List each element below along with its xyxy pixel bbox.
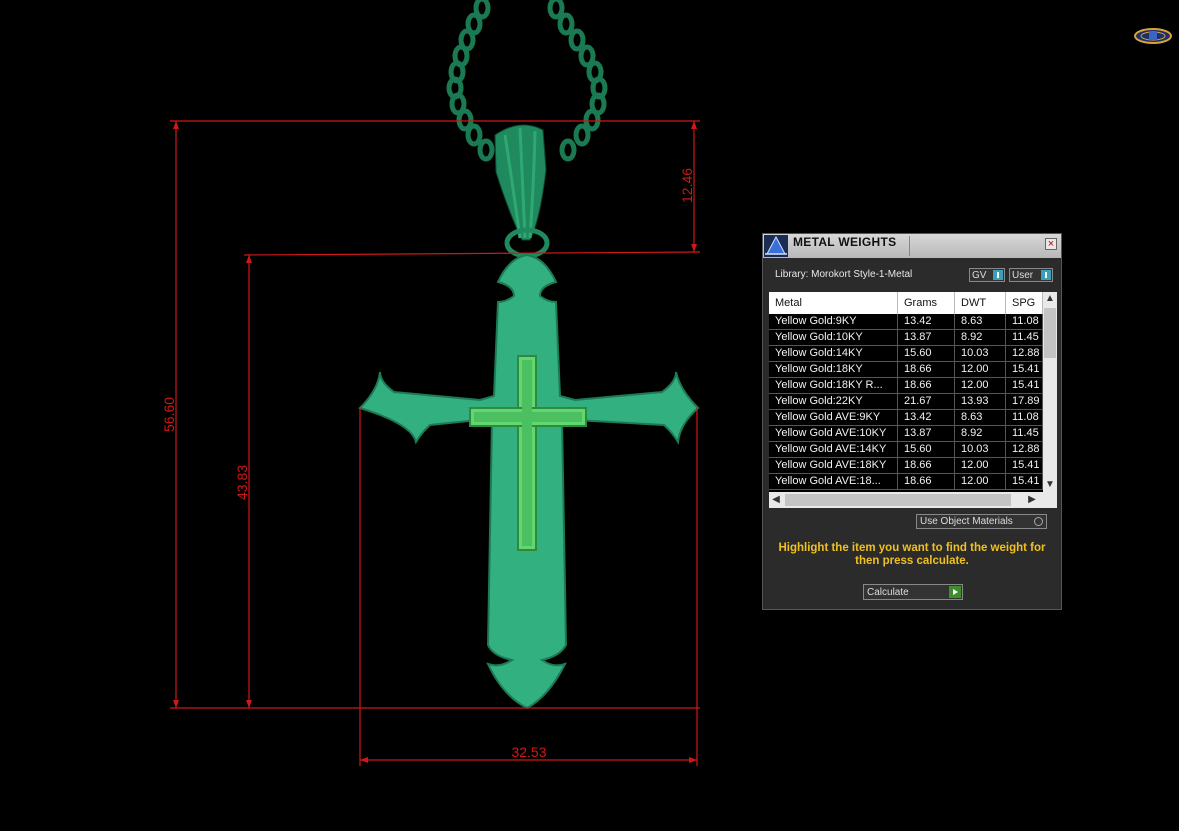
spg-cell: 12.88 <box>1006 442 1043 458</box>
metal-cell: Yellow Gold AVE:18KY <box>769 458 898 474</box>
table-rows: Yellow Gold:9KY 13.42 8.63 11.08 Yellow Gol… <box>769 314 1043 490</box>
grams-cell: 18.66 <box>898 378 955 394</box>
horizontal-scrollbar[interactable]: ◀ ▶ <box>769 492 1057 508</box>
title-separator <box>909 236 910 256</box>
body-height-label: 43.83 <box>234 465 250 500</box>
width-label: 32.53 <box>511 744 546 760</box>
metal-cell: Yellow Gold:18KY <box>769 362 898 378</box>
horizontal-scroll-thumb[interactable] <box>785 494 1011 506</box>
spg-cell: 11.08 <box>1006 410 1043 426</box>
grams-cell: 15.60 <box>898 442 955 458</box>
dwt-cell: 8.63 <box>955 410 1006 426</box>
table-row[interactable]: Yellow Gold:18KY R... 18.66 12.00 15.41 <box>769 378 1043 394</box>
metal-cell: Yellow Gold AVE:10KY <box>769 426 898 442</box>
column-header-dwt[interactable]: DWT <box>955 292 1006 314</box>
dwt-cell: 12.00 <box>955 458 1006 474</box>
grams-cell: 18.66 <box>898 474 955 490</box>
metal-cell: Yellow Gold:18KY R... <box>769 378 898 394</box>
column-header-metal[interactable]: Metal <box>769 292 898 314</box>
spg-cell: 11.45 <box>1006 330 1043 346</box>
dwt-cell: 10.03 <box>955 442 1006 458</box>
table-row[interactable]: Yellow Gold AVE:18KY 18.66 12.00 15.41 <box>769 458 1043 474</box>
use-object-materials-option[interactable]: Use Object Materials <box>916 514 1047 529</box>
spg-cell: 15.41 <box>1006 378 1043 394</box>
panel-titlebar[interactable]: METAL WEIGHTS × <box>763 234 1061 258</box>
instruction-text: Highlight the item you want to find the … <box>778 542 1046 567</box>
spg-cell: 17.89 <box>1006 394 1043 410</box>
user-toggle[interactable]: User <box>1009 268 1053 282</box>
vertical-scroll-thumb[interactable] <box>1044 308 1056 358</box>
table-row[interactable]: Yellow Gold AVE:18... 18.66 12.00 15.41 <box>769 474 1043 490</box>
close-icon[interactable]: × <box>1045 238 1057 250</box>
metal-cell: Yellow Gold AVE:14KY <box>769 442 898 458</box>
scroll-up-icon[interactable]: ▲ <box>1043 292 1057 306</box>
calculate-label: Calculate <box>867 587 909 598</box>
table-row[interactable]: Yellow Gold AVE:14KY 15.60 10.03 12.88 <box>769 442 1043 458</box>
metal-cell: Yellow Gold:22KY <box>769 394 898 410</box>
table-header: Metal Grams DWT SPG <box>769 292 1043 314</box>
metal-cell: Yellow Gold:14KY <box>769 346 898 362</box>
dimension-lines <box>170 120 701 766</box>
scroll-left-icon[interactable]: ◀ <box>769 493 783 507</box>
grams-cell: 13.42 <box>898 410 955 426</box>
grams-cell: 21.67 <box>898 394 955 410</box>
scroll-down-icon[interactable]: ▼ <box>1043 478 1057 492</box>
table-row[interactable]: Yellow Gold:22KY 21.67 13.93 17.89 <box>769 394 1043 410</box>
metal-cell: Yellow Gold AVE:18... <box>769 474 898 490</box>
radio-button-icon[interactable] <box>1034 517 1043 526</box>
column-header-spg[interactable]: SPG <box>1006 292 1043 314</box>
grams-cell: 15.60 <box>898 346 955 362</box>
gv-toggle-label: GV <box>972 270 987 281</box>
spg-cell: 11.45 <box>1006 426 1043 442</box>
use-object-materials-label: Use Object Materials <box>920 516 1013 527</box>
bail-height-label: 12.46 <box>679 168 695 203</box>
grams-cell: 13.42 <box>898 314 955 330</box>
overall-height-label: 56.60 <box>161 397 177 432</box>
column-header-grams[interactable]: Grams <box>898 292 955 314</box>
metal-cell: Yellow Gold:9KY <box>769 314 898 330</box>
metal-weights-table: Metal Grams DWT SPG Yellow Gold:9KY 13.42… <box>769 292 1057 508</box>
dwt-cell: 10.03 <box>955 346 1006 362</box>
user-toggle-label: User <box>1012 270 1034 281</box>
dwt-cell: 12.00 <box>955 474 1006 490</box>
dimension-arrows <box>173 121 697 763</box>
grams-cell: 18.66 <box>898 362 955 378</box>
grams-cell: 13.87 <box>898 330 955 346</box>
table-row[interactable]: Yellow Gold AVE:10KY 13.87 8.92 11.45 <box>769 426 1043 442</box>
library-label: Library: Morokort Style-1-Metal <box>775 269 913 280</box>
spg-cell: 15.41 <box>1006 474 1043 490</box>
scroll-right-icon[interactable]: ▶ <box>1025 493 1039 507</box>
table-row[interactable]: Yellow Gold:9KY 13.42 8.63 11.08 <box>769 314 1043 330</box>
toggle-switch-icon <box>993 270 1003 280</box>
dwt-cell: 12.00 <box>955 378 1006 394</box>
table-row[interactable]: Yellow Gold:14KY 15.60 10.03 12.88 <box>769 346 1043 362</box>
spg-cell: 11.08 <box>1006 314 1043 330</box>
metal-weights-panel: METAL WEIGHTS × Library: Morokort Style-… <box>762 233 1062 610</box>
grams-cell: 18.66 <box>898 458 955 474</box>
metal-cell: Yellow Gold AVE:9KY <box>769 410 898 426</box>
dwt-cell: 8.63 <box>955 314 1006 330</box>
vertical-scrollbar[interactable]: ▲ ▼ <box>1043 292 1057 492</box>
table-row[interactable]: Yellow Gold AVE:9KY 13.42 8.63 11.08 <box>769 410 1043 426</box>
panel-title: METAL WEIGHTS <box>793 235 897 249</box>
cross-inlay <box>469 355 587 551</box>
spg-cell: 15.41 <box>1006 458 1043 474</box>
table-row[interactable]: Yellow Gold:18KY 18.66 12.00 15.41 <box>769 362 1043 378</box>
play-icon <box>949 586 961 598</box>
toggle-switch-icon <box>1041 270 1051 280</box>
metal-cell: Yellow Gold:10KY <box>769 330 898 346</box>
table-row[interactable]: Yellow Gold:10KY 13.87 8.92 11.45 <box>769 330 1043 346</box>
brand-logo-icon <box>1134 28 1172 44</box>
dwt-cell: 13.93 <box>955 394 1006 410</box>
spg-cell: 12.88 <box>1006 346 1043 362</box>
gv-toggle[interactable]: GV <box>969 268 1005 282</box>
dwt-cell: 8.92 <box>955 330 1006 346</box>
pendant-bail <box>494 124 550 259</box>
dwt-cell: 12.00 <box>955 362 1006 378</box>
grams-cell: 13.87 <box>898 426 955 442</box>
dwt-cell: 8.92 <box>955 426 1006 442</box>
spg-cell: 15.41 <box>1006 362 1043 378</box>
calculate-button[interactable]: Calculate <box>863 584 963 600</box>
wizard-hat-icon <box>764 235 788 257</box>
